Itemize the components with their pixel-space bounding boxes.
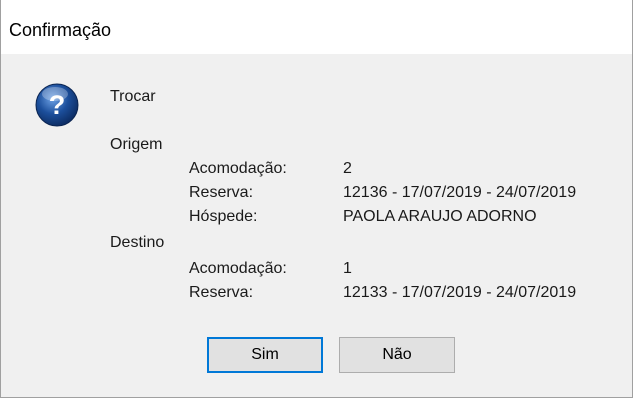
destination-reservation-label: Reserva: <box>189 284 254 301</box>
origin-guest-value: PAOLA ARAUJO ADORNO <box>343 208 537 225</box>
action-text: Trocar <box>110 88 156 105</box>
origin-guest-label: Hóspede: <box>189 208 258 225</box>
origin-accommodation-label: Acomodação: <box>189 160 287 177</box>
destination-heading: Destino <box>110 234 165 251</box>
title-bar[interactable]: Confirmação <box>1 0 632 54</box>
origin-reservation-value: 12136 - 17/07/2019 - 24/07/2019 <box>343 184 577 201</box>
confirmation-dialog: Confirmação ? Trocar Origem Acomodação: … <box>0 0 633 398</box>
destination-accommodation-value: 1 <box>343 260 352 277</box>
no-button[interactable]: Não <box>339 337 455 373</box>
destination-reservation-value: 12133 - 17/07/2019 - 24/07/2019 <box>343 284 577 301</box>
question-icon: ? <box>35 83 79 127</box>
origin-accommodation-value: 2 <box>343 160 352 177</box>
window-title: Confirmação <box>9 20 112 40</box>
yes-button[interactable]: Sim <box>207 337 323 373</box>
origin-reservation-label: Reserva: <box>189 184 254 201</box>
svg-text:?: ? <box>49 90 66 120</box>
destination-accommodation-label: Acomodação: <box>189 260 287 277</box>
origin-heading: Origem <box>110 136 163 153</box>
